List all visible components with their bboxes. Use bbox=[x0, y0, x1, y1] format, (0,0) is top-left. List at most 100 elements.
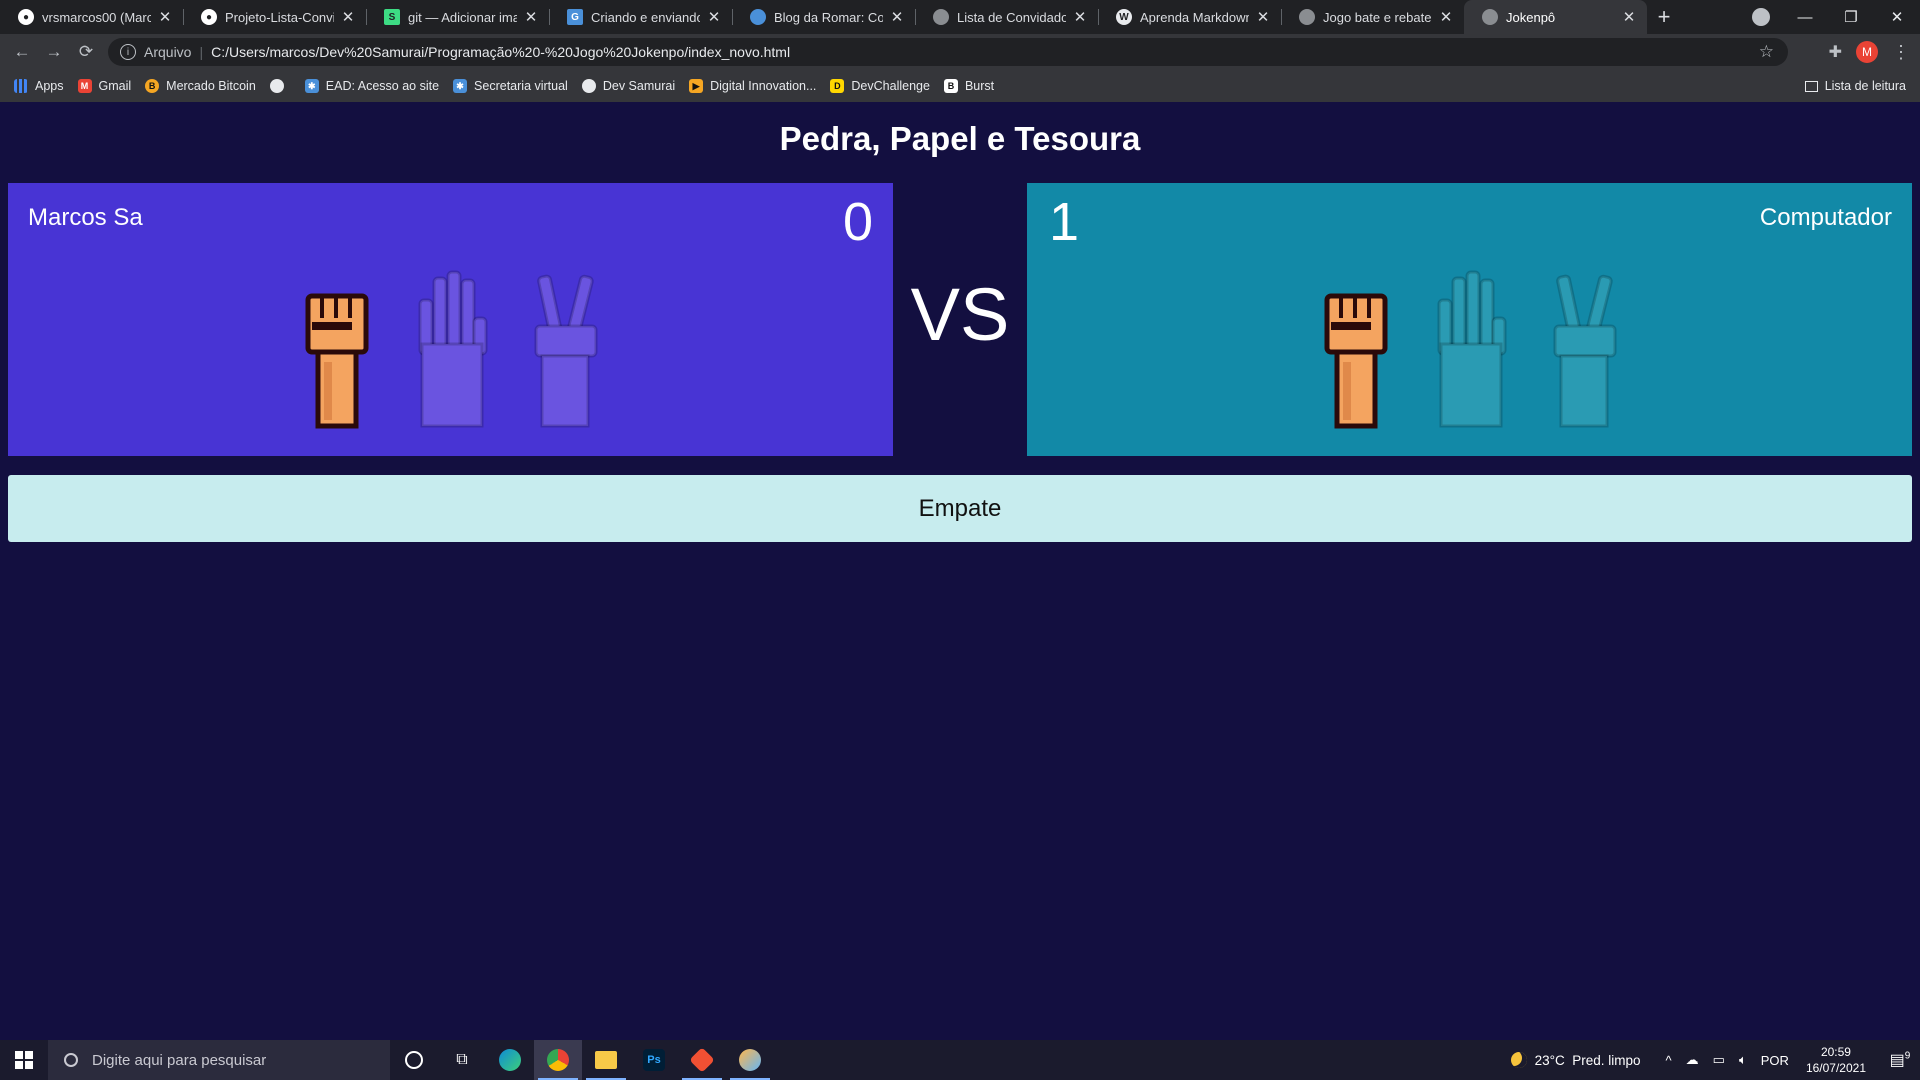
clock[interactable]: 20:59 16/07/2021 bbox=[1806, 1044, 1866, 1076]
user-choices bbox=[8, 270, 893, 430]
apps-grid-icon bbox=[14, 79, 28, 93]
close-tab-icon[interactable]: ✕ bbox=[1255, 8, 1271, 26]
tab-github-project[interactable]: ● Projeto-Lista-Convida ✕ bbox=[183, 0, 366, 34]
paper-icon[interactable] bbox=[412, 270, 490, 430]
close-tab-icon[interactable]: ✕ bbox=[340, 8, 356, 26]
paint-icon bbox=[739, 1049, 761, 1071]
task-view-icon: ⧉ bbox=[456, 1051, 468, 1068]
tab-criando-enviando[interactable]: G Criando e enviando ar ✕ bbox=[549, 0, 732, 34]
tab-aprenda-markdown[interactable]: W Aprenda Markdown – ✕ bbox=[1098, 0, 1281, 34]
reading-list-icon bbox=[1804, 80, 1818, 92]
taskbar-chrome[interactable] bbox=[534, 1040, 582, 1080]
reading-list-button[interactable]: Lista de leitura bbox=[1804, 79, 1906, 93]
bookmark-label: EAD: Acesso ao site bbox=[325, 79, 440, 93]
close-tab-icon[interactable]: ✕ bbox=[706, 8, 722, 26]
tab-lista-convidados[interactable]: Lista de Convidados ✕ bbox=[915, 0, 1098, 34]
menu-kebab-icon[interactable]: ⋮ bbox=[1892, 42, 1910, 63]
bookmark-label: Burst bbox=[964, 79, 995, 93]
bookmark-label: Secretaria virtual bbox=[474, 79, 568, 93]
user-score: 0 bbox=[842, 192, 873, 252]
paper-icon bbox=[1431, 270, 1509, 430]
taskbar-edge[interactable] bbox=[486, 1040, 534, 1080]
bookmark-burst[interactable]: B Burst bbox=[943, 79, 995, 93]
star-badge-icon: ✱ bbox=[304, 79, 319, 93]
toolbar-right: ✚ M ⋮ bbox=[1829, 38, 1910, 66]
tab-jokenpo[interactable]: Jokenpô ✕ bbox=[1464, 0, 1647, 34]
start-button[interactable] bbox=[0, 1040, 48, 1080]
tab-git-question[interactable]: S git — Adicionar image ✕ bbox=[366, 0, 549, 34]
close-tab-icon[interactable]: ✕ bbox=[523, 8, 539, 26]
cortana-circle-icon bbox=[405, 1051, 423, 1069]
github-icon: ● bbox=[201, 9, 217, 25]
bookmark-label: Digital Innovation... bbox=[710, 79, 817, 93]
edge-icon bbox=[499, 1049, 521, 1071]
taskbar-git[interactable] bbox=[678, 1040, 726, 1080]
network-icon[interactable]: ▭ bbox=[1713, 1052, 1725, 1068]
bookmark-gmail[interactable]: M Gmail bbox=[77, 79, 131, 93]
forward-arrow-icon[interactable]: → bbox=[38, 42, 70, 62]
tab-github-profile[interactable]: ● vrsmarcos00 (Marcos S ✕ bbox=[0, 0, 183, 34]
git-icon bbox=[689, 1047, 715, 1073]
cortana-button[interactable] bbox=[390, 1040, 438, 1080]
taskbar-photoshop[interactable]: Ps bbox=[630, 1040, 678, 1080]
search-placeholder: Digite aqui para pesquisar bbox=[92, 1051, 267, 1069]
close-tab-icon[interactable]: ✕ bbox=[889, 8, 905, 26]
close-tab-icon[interactable]: ✕ bbox=[157, 8, 173, 26]
bookmark-secretaria[interactable]: ✱ Secretaria virtual bbox=[453, 79, 568, 93]
new-tab-button[interactable]: + bbox=[1647, 0, 1681, 34]
profile-avatar[interactable]: M bbox=[1856, 41, 1878, 63]
clock-time: 20:59 bbox=[1820, 1045, 1851, 1059]
browser-toolbar: ← → ⟳ i Arquivo | C:/Users/marcos/Dev%20… bbox=[0, 34, 1920, 70]
burst-icon: B bbox=[943, 79, 958, 93]
tab-blog-romar[interactable]: Blog da Romar: Como ✕ bbox=[732, 0, 915, 34]
bookmark-star-icon[interactable]: ☆ bbox=[1759, 42, 1774, 62]
taskbar-search[interactable]: Digite aqui para pesquisar bbox=[48, 1040, 390, 1080]
language-indicator[interactable]: POR bbox=[1761, 1053, 1789, 1068]
window-controls: — ❐ ✕ bbox=[1782, 0, 1920, 34]
bookmark-mercado-bitcoin[interactable]: B Mercado Bitcoin bbox=[145, 79, 256, 93]
tab-title: Projeto-Lista-Convida bbox=[225, 9, 334, 25]
reload-icon[interactable]: ⟳ bbox=[70, 42, 102, 62]
notification-center[interactable]: ▤9 bbox=[1880, 1050, 1920, 1070]
tab-search-icon[interactable] bbox=[1752, 8, 1770, 26]
browser-tab-strip: ● vrsmarcos00 (Marcos S ✕ ● Projeto-List… bbox=[0, 0, 1920, 34]
scissors-icon bbox=[1545, 270, 1623, 430]
bookmark-apps[interactable]: Apps bbox=[14, 79, 64, 93]
user-name: Marcos Sa bbox=[28, 204, 143, 231]
back-arrow-icon[interactable]: ← bbox=[6, 42, 38, 62]
task-view-button[interactable]: ⧉ bbox=[438, 1040, 486, 1080]
computer-score: 1 bbox=[1049, 192, 1080, 252]
close-tab-icon[interactable]: ✕ bbox=[1621, 8, 1637, 26]
bookmark-devchallenge[interactable]: D DevChallenge bbox=[830, 79, 930, 93]
volume-icon[interactable]: 🔈︎ bbox=[1739, 1052, 1747, 1068]
chevron-up-icon[interactable]: ^ bbox=[1666, 1053, 1672, 1068]
rock-icon[interactable] bbox=[298, 270, 376, 430]
onedrive-cloud-icon[interactable]: ☁ bbox=[1686, 1052, 1699, 1068]
bookmark-label: DevChallenge bbox=[851, 79, 930, 93]
bookmark-dev-samurai[interactable]: Dev Samurai bbox=[581, 79, 675, 93]
info-icon[interactable]: i bbox=[120, 44, 136, 60]
bookmark-ead[interactable]: ✱ EAD: Acesso ao site bbox=[304, 79, 440, 93]
bookmark-digital-innovation[interactable]: ▶ Digital Innovation... bbox=[689, 79, 816, 93]
address-divider: | bbox=[199, 44, 204, 60]
search-icon bbox=[64, 1053, 78, 1067]
extensions-puzzle-icon[interactable]: ✚ bbox=[1829, 42, 1842, 62]
scissors-icon[interactable] bbox=[526, 270, 604, 430]
tab-jogo-bate-rebate[interactable]: Jogo bate e rebate ✕ bbox=[1281, 0, 1464, 34]
restore-icon[interactable]: ❐ bbox=[1828, 8, 1874, 26]
taskbar-file-explorer[interactable] bbox=[582, 1040, 630, 1080]
bookmark-globe[interactable] bbox=[269, 79, 291, 93]
close-tab-icon[interactable]: ✕ bbox=[1438, 8, 1454, 26]
bitcoin-icon: B bbox=[145, 79, 160, 93]
weather-widget[interactable]: 23°C Pred. limpo bbox=[1510, 1052, 1641, 1068]
github-icon: ● bbox=[18, 9, 34, 25]
tab-title: Jokenpô bbox=[1506, 9, 1556, 25]
address-bar[interactable]: i Arquivo | C:/Users/marcos/Dev%20Samura… bbox=[108, 38, 1788, 66]
bookmarks-bar: Apps M Gmail B Mercado Bitcoin ✱ EAD: Ac… bbox=[0, 70, 1920, 102]
taskbar-paint[interactable] bbox=[726, 1040, 774, 1080]
close-window-icon[interactable]: ✕ bbox=[1874, 8, 1920, 26]
computer-board: Computador 1 bbox=[1027, 183, 1912, 456]
close-tab-icon[interactable]: ✕ bbox=[1072, 8, 1088, 26]
globe-icon bbox=[1482, 9, 1498, 25]
minimize-icon[interactable]: — bbox=[1782, 9, 1828, 26]
